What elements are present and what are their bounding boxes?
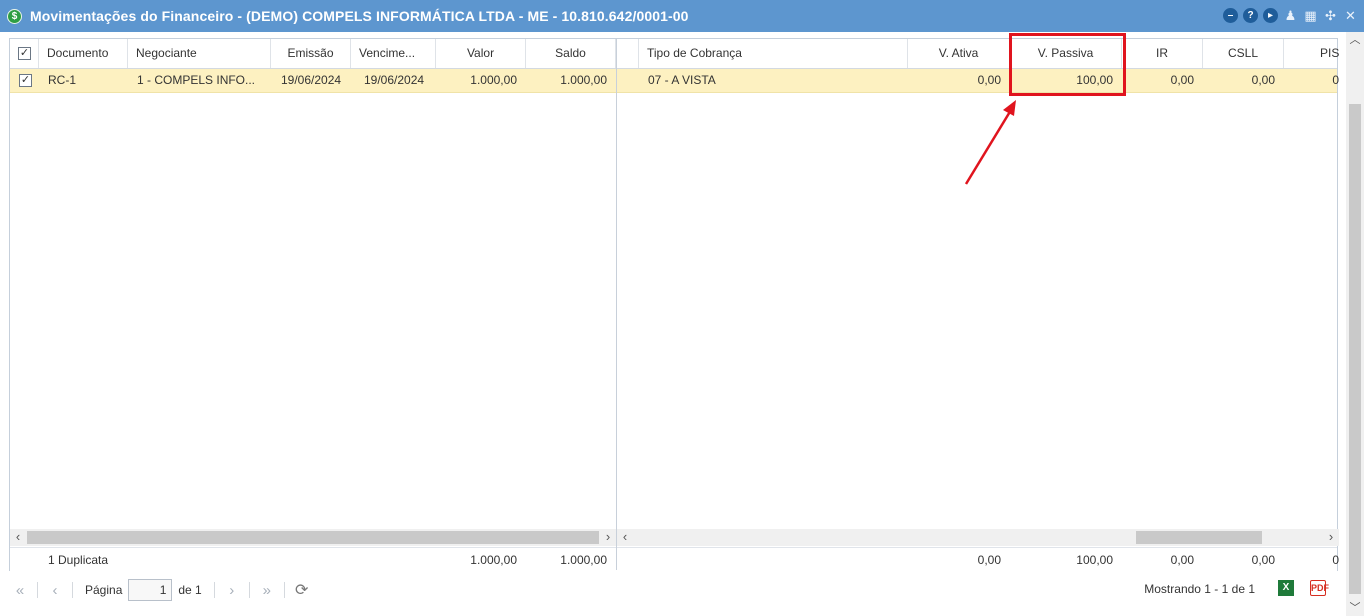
window-title: Movimentações do Financeiro - (DEMO) COM…	[30, 8, 689, 24]
cell-pis: 0	[1332, 73, 1339, 87]
cell-saldo: 1.000,00	[560, 73, 607, 87]
collapse-icon[interactable]: ✣	[1323, 8, 1338, 23]
col-v-ativa[interactable]: V. Ativa	[908, 39, 1010, 68]
vertical-scrollbar[interactable]: ︿ ﹀	[1346, 32, 1364, 616]
page-input[interactable]: 1	[128, 579, 173, 601]
scroll-right-icon[interactable]: ›	[600, 529, 616, 546]
cell-vencimento: 19/06/2024	[364, 73, 425, 87]
col-tipo-cobranca[interactable]: Tipo de Cobrança	[639, 39, 908, 68]
last-page-icon[interactable]: »	[256, 579, 278, 601]
user-icon[interactable]: ♟	[1283, 8, 1298, 23]
right-horizontal-scrollbar[interactable]: ‹ ›	[617, 529, 1339, 546]
summary-row: 1 Duplicata 1.000,00 1.000,00 0,00 100,0…	[10, 547, 1339, 571]
col-csll[interactable]: CSLL	[1203, 39, 1284, 68]
financial-movements-window: $ Movimentações do Financeiro - (DEMO) C…	[0, 0, 1364, 616]
cell-ir: 0,00	[1170, 73, 1194, 87]
cell-documento: RC-1	[48, 73, 77, 87]
cell-valor: 1.000,00	[470, 73, 517, 87]
left-scroll-thumb[interactable]	[27, 531, 599, 544]
cell-csll: 0,00	[1251, 73, 1275, 87]
col-valor[interactable]: Valor	[436, 39, 526, 68]
separator	[72, 582, 73, 598]
cell-negociante: 1 - COMPELS INFO...	[137, 73, 256, 87]
play-icon[interactable]: ▸	[1263, 8, 1278, 23]
summary-csll: 0,00	[1251, 553, 1275, 567]
separator	[248, 582, 250, 598]
summary-valor: 1.000,00	[470, 553, 517, 567]
showing-count: Mostrando 1 - 1 de 1	[1144, 582, 1255, 596]
cell-emissao: 19/06/2024	[281, 73, 342, 87]
highlight-box	[1009, 33, 1126, 96]
first-page-icon[interactable]: «	[9, 579, 31, 601]
row-checkbox[interactable]: ✓	[19, 74, 32, 87]
previous-page-icon[interactable]: ‹	[44, 579, 66, 601]
table-row[interactable]: ✓ RC-1 1 - COMPELS INFO... 19/06/2024 19…	[10, 69, 1339, 93]
title-bar: $ Movimentações do Financeiro - (DEMO) C…	[0, 0, 1364, 32]
select-all-checkbox[interactable]: ✓	[18, 47, 31, 60]
grid-header: ✓ Documento Negociante Emissão Vencime..…	[10, 39, 1339, 69]
refresh-icon[interactable]: ⟳	[291, 579, 313, 601]
col-vencimento[interactable]: Vencime...	[351, 39, 436, 68]
scroll-left-icon[interactable]: ‹	[617, 529, 633, 546]
summary-label: 1 Duplicata	[48, 553, 109, 567]
excel-export-icon[interactable]: X	[1278, 580, 1294, 596]
col-emissao[interactable]: Emissão	[271, 39, 351, 68]
col-saldo[interactable]: Saldo	[526, 39, 616, 68]
dollar-icon: $	[7, 8, 22, 24]
separator	[213, 582, 215, 598]
annotation-arrow	[964, 100, 1016, 185]
select-all-column[interactable]: ✓	[10, 39, 39, 68]
separator	[283, 582, 285, 598]
left-horizontal-scrollbar[interactable]: ‹ ›	[10, 529, 616, 546]
col-documento[interactable]: Documento	[39, 39, 128, 68]
pdf-export-icon[interactable]: PDF	[1310, 580, 1329, 596]
paging-toolbar: « ‹ Página 1 de 1 › » ⟳ Mostrando 1 - 1 …	[9, 574, 1338, 606]
next-page-icon[interactable]: ›	[221, 579, 243, 601]
summary-v-passiva: 100,00	[1076, 553, 1113, 567]
summary-ir: 0,00	[1170, 553, 1194, 567]
col-negociante[interactable]: Negociante	[128, 39, 271, 68]
minimize-icon[interactable]: –	[1223, 8, 1238, 23]
right-scroll-thumb[interactable]	[1136, 531, 1262, 544]
cell-tipo-cobranca: 07 - A VISTA	[648, 73, 716, 87]
summary-v-ativa: 0,00	[977, 553, 1001, 567]
title-toolbar: – ? ▸ ♟ ▦ ✣ ✕	[1223, 8, 1358, 23]
vertical-scroll-thumb[interactable]	[1349, 104, 1361, 594]
scroll-right-icon[interactable]: ›	[1323, 529, 1339, 546]
right-grid-spacer	[617, 39, 639, 68]
calendar-icon[interactable]: ▦	[1303, 8, 1318, 23]
close-icon[interactable]: ✕	[1343, 8, 1358, 23]
summary-pis: 0	[1332, 553, 1339, 567]
cell-v-ativa: 0,00	[977, 73, 1001, 87]
scroll-down-icon[interactable]: ﹀	[1346, 600, 1364, 616]
summary-saldo: 1.000,00	[560, 553, 607, 567]
col-pis[interactable]: PIS	[1284, 39, 1339, 68]
col-ir[interactable]: IR	[1122, 39, 1203, 68]
scroll-left-icon[interactable]: ‹	[10, 529, 26, 546]
help-icon[interactable]: ?	[1243, 8, 1258, 23]
page-total-label: de 1	[178, 583, 202, 597]
page-label: Página	[85, 583, 123, 597]
scroll-up-icon[interactable]: ︿	[1346, 32, 1364, 48]
movements-grid: ✓ Documento Negociante Emissão Vencime..…	[9, 38, 1339, 571]
separator	[37, 582, 38, 598]
